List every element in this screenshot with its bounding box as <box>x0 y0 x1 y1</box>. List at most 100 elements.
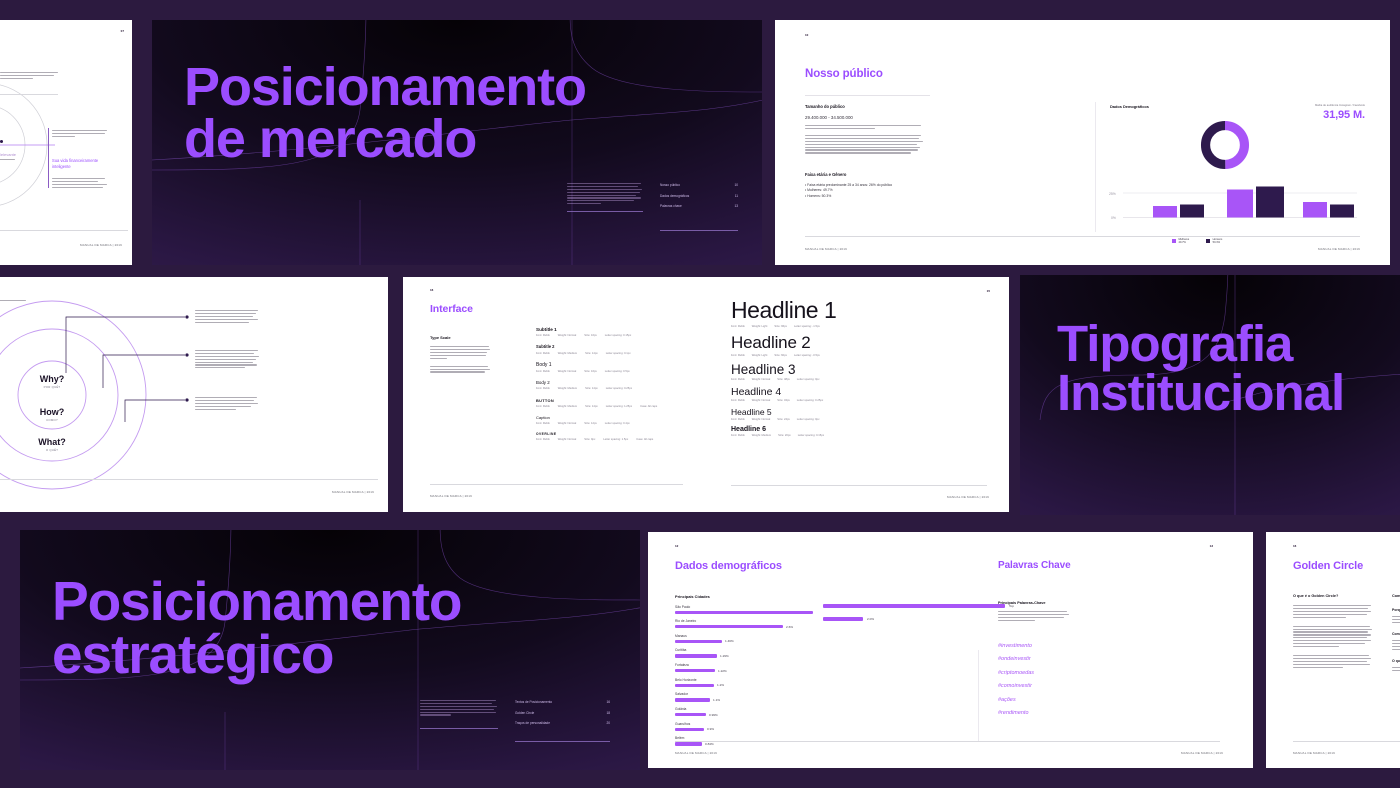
slide-cover-posicionamento-mercado[interactable]: Posicionamento de mercado Nosso público … <box>152 20 762 265</box>
bar <box>675 668 715 673</box>
slide-brand-circle[interactable]: 07 Relevante Sua vida financeiramente in… <box>0 20 132 265</box>
callout-dot <box>0 140 3 143</box>
toc-item[interactable]: Dados demográficos 11 <box>660 194 738 198</box>
bar <box>823 617 863 621</box>
slide-footer: MANUAL DE MARCA | 2019 <box>80 243 122 247</box>
toc-item[interactable]: Nosso público 10 <box>660 183 738 187</box>
section-title: Principais Cidades <box>675 594 710 599</box>
toc-page: 18 <box>606 710 610 715</box>
bar-value: 1.1% <box>713 698 721 703</box>
bullet-item: • Homens: 50.3% <box>805 193 832 198</box>
keyword-tag[interactable]: #comoinvestir <box>998 683 1208 689</box>
chart-legend: Mulheres 49.7% Homens 50.3% <box>1172 238 1222 244</box>
typescale-item: Caption Font: Rubik Weight: Normal Size: 1… <box>536 414 630 426</box>
bar-row: Salvador 1.1% <box>675 692 815 702</box>
diagram-note-3 <box>195 397 261 411</box>
bar-label: Curitiba <box>675 648 687 653</box>
typescale-list: Subtitle 1 Font: Rubik Weight: Normal Size… <box>536 327 696 449</box>
callout-1 <box>52 130 110 139</box>
paragraph <box>1293 655 1373 668</box>
slide-golden-circle-diagram[interactable]: "Vida" Why? POR QUÊ? How? COMO? What? O … <box>0 277 388 512</box>
slide-nosso-publico[interactable]: 10 Nosso público Tamanho do público 29.4… <box>775 20 1390 265</box>
slide-cover-tipografia[interactable]: Tipografia Institucional <box>1020 275 1400 515</box>
footer-rule <box>430 484 683 485</box>
slide-mosaic: 07 Relevante Sua vida financeiramente in… <box>0 0 1400 788</box>
audience-caption <box>805 125 925 130</box>
headline-item: Headline 4 Font: Rubik Weight: Normal Size… <box>731 386 824 402</box>
legend-item: Homens 50.3% <box>1206 238 1222 244</box>
bar <box>675 610 813 614</box>
toc-label: Palavras chave <box>660 204 682 208</box>
section-title: Palavras Chave <box>998 560 1071 571</box>
typescale-item: Subtitle 2 Font: Rubik Weight: Medium Size… <box>536 344 631 355</box>
divider <box>805 95 930 96</box>
slide-interface-typescale[interactable]: 16 Interface Type Scale Subtitle 1 Font:… <box>403 277 709 512</box>
keyword-tag[interactable]: #rendimento <box>998 710 1208 716</box>
slide-footer: MANUAL DE MARCA | 2019 <box>332 490 374 494</box>
headline-item: Headline 1 Font: Rubik Weight: Light Size:… <box>731 297 837 328</box>
cover-toc[interactable]: Textos de Posicionamento 16 Golden Circl… <box>515 700 610 742</box>
headline-list: Headline 1 Font: Rubik Weight: Light Size:… <box>731 297 996 442</box>
diagram-note-2 <box>195 350 261 370</box>
slide-title: Dados demográficos <box>675 560 782 572</box>
toc-item[interactable]: Textos de Posicionamento 16 <box>515 700 610 704</box>
subsection-title: Principais Palavras-Chave <box>998 601 1046 605</box>
bar-row: Goiânia 0.99% <box>675 707 815 717</box>
metric-label: Média de audiência Instagram / Facebook <box>1314 104 1365 107</box>
keyword-tag[interactable]: #investimento <box>998 643 1208 649</box>
page-number: 07 <box>120 29 124 33</box>
paragraph <box>1392 666 1400 671</box>
palavras-chave-section: Palavras Chave Principais Palavras-Chave… <box>998 560 1208 724</box>
toc-item[interactable]: Golden Circle 18 <box>515 711 610 715</box>
section-title: Type Scale <box>430 335 451 340</box>
slide-dados-demograficos[interactable]: 12 Dados demográficos Principais Cidades… <box>648 532 1253 768</box>
toc-label: Dados demográficos <box>660 193 690 198</box>
toc-page: 10 <box>734 183 738 187</box>
audience-section: Tamanho do público 29.400.000 - 34.500.0… <box>805 104 925 155</box>
cover-paragraph <box>420 700 498 729</box>
slide-footer: MANUAL DE MARCA | 2019 <box>675 751 717 755</box>
bar-label: Guarulhos <box>675 721 691 726</box>
ring-label: Relevante <box>0 152 22 162</box>
cover-title: Tipografia Institucional <box>1057 315 1345 421</box>
slide-golden-circle-text[interactable]: 16 Golden Circle O que é o Golden Circle… <box>1266 532 1400 768</box>
golden-circle-body-left: O que é o Golden Circle? <box>1293 594 1373 669</box>
toc-item[interactable]: Palavras chave 13 <box>660 204 738 208</box>
subsection-title: O que: <box>1392 658 1400 663</box>
footer-rule <box>0 230 128 231</box>
golden-circle-body-right: Como f Porque: Como: O que: <box>1392 594 1400 673</box>
headline-item: Headline 5 Font: Rubik Weight: Normal Size… <box>731 407 820 421</box>
bar <box>675 624 783 629</box>
headline-item: Headline 3 Font: Rubik Weight: Normal Size… <box>731 362 820 381</box>
cover-toc[interactable]: Nosso público 10 Dados demográficos 11 P… <box>660 183 738 231</box>
bar-value: 1.2% <box>717 683 725 688</box>
bar-value: 1.46% <box>725 639 734 644</box>
bar <box>675 727 704 732</box>
bar-value: 0.9% <box>707 727 715 732</box>
tag-list[interactable]: #investimento #ondeinvestir #criptomoeda… <box>998 643 1208 717</box>
bar-label: Fortaleza <box>675 663 689 668</box>
section-title: Tamanho do público <box>805 104 845 109</box>
slide-headlines[interactable]: 15 Headline 1 Font: Rubik Weight: Light Si… <box>709 277 1009 512</box>
page-number: 16 <box>1293 544 1297 548</box>
diagram-note-1 <box>195 310 261 324</box>
typescale-item: Subtitle 1 Font: Rubik Weight: Normal Size… <box>536 327 632 338</box>
paragraph <box>1392 616 1400 623</box>
typescale-item: Body 1 Font: Rubik Weight: Normal Size: 16… <box>536 361 630 373</box>
toc-page: 13 <box>734 204 738 208</box>
page-number: 13 <box>1209 544 1213 548</box>
toc-label: Golden Circle <box>515 710 535 715</box>
toc-item[interactable]: Traços de personalidade 20 <box>515 721 610 725</box>
cover-paragraph <box>567 183 643 213</box>
bar-label: Salvador <box>675 692 689 697</box>
slide-cover-posicionamento-estrategico[interactable]: Posicionamento estratégico Textos de Pos… <box>20 530 640 770</box>
paragraph <box>1392 639 1400 650</box>
bar-value: 1.22% <box>718 668 727 673</box>
keyword-tag[interactable]: #ondeinvestir <box>998 656 1208 662</box>
keyword-tag[interactable]: #criptomoedas <box>998 670 1208 676</box>
age-bar-chart: 25% 0% <box>1109 186 1357 220</box>
keyword-tag[interactable]: #ações <box>998 697 1208 703</box>
bar-row: Rio de Janeiro 2.6% <box>675 619 815 629</box>
typescale-intro: Type Scale <box>430 335 492 374</box>
gender-donut-chart <box>1200 120 1250 170</box>
